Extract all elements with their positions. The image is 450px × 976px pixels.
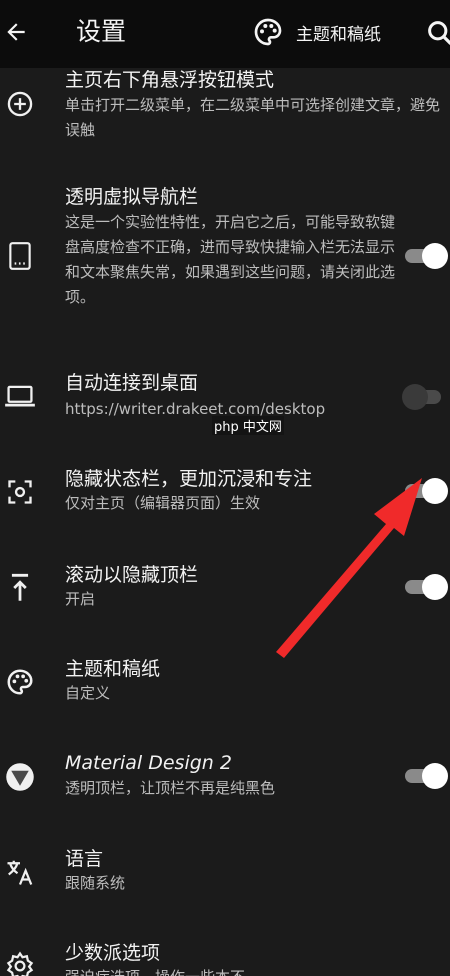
setting-title: 主题和稿纸	[65, 658, 161, 680]
setting-minority-options[interactable]: 少数派选项 强迫症选项，操作一些本不	[0, 936, 450, 976]
setting-title: 透明虚拟导航栏	[65, 186, 199, 208]
setting-theme-paper[interactable]: 主题和稿纸 自定义	[0, 652, 450, 712]
palette-icon	[4, 666, 36, 698]
setting-transparent-navbar[interactable]: 透明虚拟导航栏 这是一个实验性特性，开启它之后，可能导致软键盘高度检查不正确，进…	[0, 180, 450, 340]
top-app-bar: 设置 主题和稿纸	[0, 0, 450, 68]
settings-list: 主页右下角悬浮按钮模式 单击打开二级菜单，在二级菜单中可选择创建文章，避免误触 …	[0, 68, 450, 976]
setting-subtitle: 透明顶栏，让顶栏不再是纯黑色	[65, 779, 276, 797]
setting-title: 语言	[65, 848, 104, 870]
toggle-switch[interactable]	[403, 571, 448, 601]
theme-button[interactable]: 主题和稿纸	[252, 14, 381, 50]
material-design-icon	[4, 761, 36, 793]
switch-thumb	[422, 478, 448, 504]
scroll-up-icon	[4, 572, 36, 604]
watermark: php 中文网	[212, 416, 284, 435]
setting-subtitle: 自定义	[65, 684, 111, 702]
setting-subtitle: 开启	[65, 590, 96, 608]
fullscreen-icon	[4, 476, 36, 508]
toggle-switch[interactable]	[403, 475, 448, 505]
plus-circle-icon	[4, 88, 36, 120]
toggle-switch[interactable]	[403, 240, 448, 270]
setting-subtitle: 仅对主页（编辑器页面）生效	[65, 494, 261, 512]
setting-title: 少数派选项	[65, 942, 161, 964]
setting-title: Material Design 2	[65, 752, 232, 774]
switch-thumb	[422, 574, 448, 600]
setting-subtitle: 单击打开二级菜单，在二级菜单中可选择创建文章，避免误触	[65, 96, 441, 139]
setting-title: 隐藏状态栏，更加沉浸和专注	[65, 468, 313, 490]
setting-title: 滚动以隐藏顶栏	[65, 564, 199, 586]
page-title: 设置	[76, 17, 127, 46]
search-button[interactable]	[424, 16, 450, 48]
setting-scroll-hide-toolbar[interactable]: 滚动以隐藏顶栏 开启	[0, 558, 450, 618]
toggle-switch[interactable]	[403, 760, 448, 790]
back-button[interactable]	[0, 10, 32, 54]
palette-icon	[254, 18, 282, 46]
toggle-switch[interactable]	[402, 381, 447, 411]
switch-thumb	[422, 763, 448, 789]
search-icon	[428, 21, 450, 45]
setting-subtitle: 跟随系统	[65, 874, 126, 892]
switch-thumb	[422, 243, 448, 269]
setting-material-design-2[interactable]: Material Design 2 透明顶栏，让顶栏不再是纯黑色	[0, 747, 450, 807]
setting-fab-mode[interactable]: 主页右下角悬浮按钮模式 单击打开二级菜单，在二级菜单中可选择创建文章，避免误触	[0, 68, 450, 160]
setting-subtitle: 强迫症选项，操作一些本不	[65, 965, 445, 976]
translate-icon	[4, 856, 36, 888]
setting-subtitle: 这是一个实验性特性，开启它之后，可能导致软键盘高度检查不正确，进而导致快捷输入栏…	[65, 213, 396, 306]
laptop-icon	[4, 380, 36, 412]
gear-icon	[4, 950, 36, 976]
tablet-icon	[4, 240, 36, 272]
setting-title: 主页右下角悬浮按钮模式	[65, 69, 275, 91]
arrow-left-icon	[7, 23, 25, 41]
switch-thumb	[402, 384, 428, 410]
theme-button-label: 主题和稿纸	[296, 24, 381, 45]
setting-hide-status-bar[interactable]: 隐藏状态栏，更加沉浸和专注 仅对主页（编辑器页面）生效	[0, 462, 450, 522]
setting-language[interactable]: 语言 跟随系统	[0, 842, 450, 902]
setting-title: 自动连接到桌面	[65, 372, 199, 394]
